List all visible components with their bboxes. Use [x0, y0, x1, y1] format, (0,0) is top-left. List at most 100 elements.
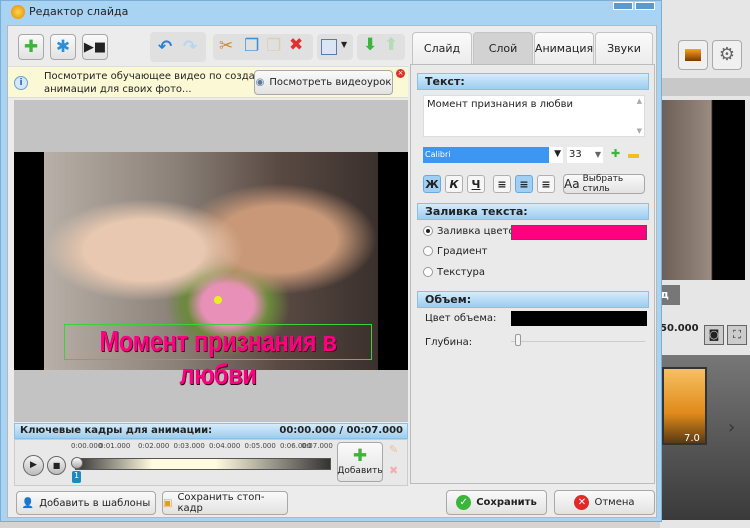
fullscreen-button[interactable]: ⛶: [727, 325, 747, 345]
video-button[interactable]: ▶■: [82, 34, 108, 60]
effects-button[interactable]: ✱: [50, 34, 76, 60]
edit-keyframe-icon[interactable]: ✎: [389, 443, 398, 456]
align-center-button[interactable]: ≡: [515, 175, 533, 193]
tab-slide[interactable]: Слайд: [412, 32, 472, 64]
gradient-radio[interactable]: Градиент: [423, 246, 488, 257]
align-left-button[interactable]: ≡: [493, 175, 511, 193]
copy-icon[interactable]: ❐: [244, 38, 259, 55]
underline-label: Ч: [471, 177, 481, 191]
cancel-button[interactable]: ✕ Отмена: [554, 490, 655, 515]
time-readout: 50.000: [660, 323, 699, 334]
watch-video-button[interactable]: ◉ Посмотреть видеоурок: [254, 70, 393, 95]
fill-color-radio[interactable]: Заливка цветом: [423, 226, 522, 237]
keyframe-marker[interactable]: 1: [72, 471, 81, 483]
title-bar: Редактор слайда: [1, 1, 661, 23]
italic-button[interactable]: К: [445, 175, 463, 193]
italic-label: К: [449, 177, 459, 191]
timeline-track[interactable]: [75, 458, 331, 470]
add-button[interactable]: ✚: [18, 34, 44, 60]
image-button[interactable]: [678, 40, 708, 70]
align-center-icon: ≡: [519, 177, 529, 191]
texture-radio[interactable]: Текстура: [423, 267, 485, 278]
decrease-size-icon[interactable]: [628, 154, 639, 158]
slide-text-layer[interactable]: Момент признания в любви: [92, 326, 345, 392]
camcorder-icon: ▶■: [83, 39, 107, 55]
keyframes-header: Ключевые кадры для анимации: 00:00.000 /…: [14, 423, 408, 439]
info-message: Посмотрите обучающее видео по созданию ан…: [44, 71, 277, 95]
fill-color-swatch[interactable]: [511, 225, 647, 240]
align-right-button[interactable]: ≡: [537, 175, 555, 193]
preview-image: [660, 100, 745, 280]
add-to-templates-button[interactable]: 👤 Добавить в шаблоны: [16, 491, 156, 515]
tab-layer[interactable]: Слой: [473, 32, 533, 64]
background-app: ⚙ д 50.000 ◙ ⛶ 7.0 ›: [660, 0, 750, 528]
add-keyframe-button[interactable]: ✚ Добавить: [337, 442, 383, 482]
fit-icon[interactable]: [321, 39, 337, 55]
dialog-body: ✚ ✱ ▶■ ↶ ↷ ✂ ❐ ❐ ✖ ▼ ⬇ ⬆ i Посмотрите об…: [7, 25, 657, 518]
keyframes-timeline: ▶ ■ 0:00.000 0:01.000 0:02.000 0:03.000 0:04…: [14, 439, 408, 486]
snapshot-button[interactable]: ◙: [704, 325, 724, 345]
app-icon: [11, 5, 25, 19]
cut-icon[interactable]: ✂: [219, 38, 233, 55]
text-section-header: Текст:: [417, 73, 649, 90]
tab-animation[interactable]: Анимация: [534, 32, 594, 64]
stop-button[interactable]: ■: [47, 456, 66, 475]
tab-label: Звуки: [607, 42, 641, 55]
chevron-right-icon[interactable]: ›: [728, 417, 735, 438]
fill-color-label: Заливка цветом: [437, 226, 523, 237]
style-icon: Aa: [564, 177, 580, 191]
undo-icon[interactable]: ↶: [158, 39, 172, 56]
cancel-icon: ✕: [574, 495, 590, 510]
scroll-up-icon[interactable]: ▲: [637, 97, 642, 105]
timeline-tick-label: 0:03.000: [173, 442, 205, 450]
chevron-down-icon: ▼: [594, 150, 601, 159]
close-window-button[interactable]: [635, 2, 655, 10]
timeline-tick-label: 0:00.000: [71, 442, 103, 450]
user-add-icon: 👤: [21, 497, 35, 509]
close-info-icon[interactable]: ×: [396, 69, 405, 78]
depth-slider-thumb[interactable]: [515, 334, 521, 346]
settings-button[interactable]: ⚙: [712, 40, 742, 70]
font-select[interactable]: Calibri ▼: [423, 147, 563, 163]
font-size-select[interactable]: 33 ▼: [567, 147, 603, 163]
layer-panel: Текст: Момент признания в любви ▲ ▼ Calibr…: [410, 64, 655, 484]
volume-color-swatch[interactable]: [511, 311, 647, 326]
add-keyframe-label: Добавить: [337, 466, 383, 476]
timeline-tick-label: 0:05.000: [244, 442, 276, 450]
align-left-icon: ≡: [497, 177, 507, 191]
choose-style-button[interactable]: Aa Выбрать стиль: [563, 174, 645, 194]
depth-slider[interactable]: [511, 341, 645, 342]
plus-icon: ✚: [352, 446, 368, 466]
rotate-handle[interactable]: [214, 296, 222, 304]
move-up-icon[interactable]: ⬆: [384, 37, 398, 54]
scroll-down-icon[interactable]: ▼: [637, 127, 642, 135]
bold-button[interactable]: Ж: [423, 175, 441, 193]
chevron-down-icon[interactable]: ▼: [341, 40, 347, 49]
move-down-icon[interactable]: ⬇: [363, 37, 377, 54]
paste-icon[interactable]: ❐: [266, 38, 281, 55]
tab-sounds[interactable]: Звуки: [595, 32, 653, 64]
timeline-strip: 7.0 ›: [660, 355, 750, 520]
slide-canvas: Момент признания в любви: [14, 100, 408, 422]
choose-style-label: Выбрать стиль: [582, 174, 624, 194]
image-icon: [685, 49, 701, 61]
delete-keyframe-icon[interactable]: ✖: [389, 464, 398, 477]
increase-size-icon[interactable]: ✚: [611, 147, 620, 160]
redo-icon[interactable]: ↷: [183, 39, 197, 56]
maximize-button[interactable]: [613, 2, 633, 10]
save-label: Сохранить: [476, 497, 537, 508]
timeline-tick-label: 0:01.000: [99, 442, 131, 450]
delete-icon[interactable]: ✖: [289, 37, 303, 54]
slide-editor-dialog: Редактор слайда ✚ ✱ ▶■ ↶ ↷ ✂ ❐ ❐ ✖ ▼ ⬇ ⬆…: [0, 0, 662, 522]
camera-icon: ◙: [708, 328, 720, 341]
picture-icon: ▣: [163, 497, 173, 509]
save-frame-button[interactable]: ▣ Сохранить стоп-кадр: [162, 491, 288, 515]
underline-button[interactable]: Ч: [467, 175, 485, 193]
gradient-label: Градиент: [437, 246, 488, 257]
play-button[interactable]: ▶: [23, 455, 44, 476]
text-input[interactable]: Момент признания в любви ▲ ▼: [423, 95, 645, 137]
radio-icon: [423, 246, 433, 256]
playhead[interactable]: [71, 457, 83, 469]
add-to-templates-label: Добавить в шаблоны: [39, 497, 151, 509]
save-button[interactable]: ✓ Сохранить: [446, 490, 547, 515]
